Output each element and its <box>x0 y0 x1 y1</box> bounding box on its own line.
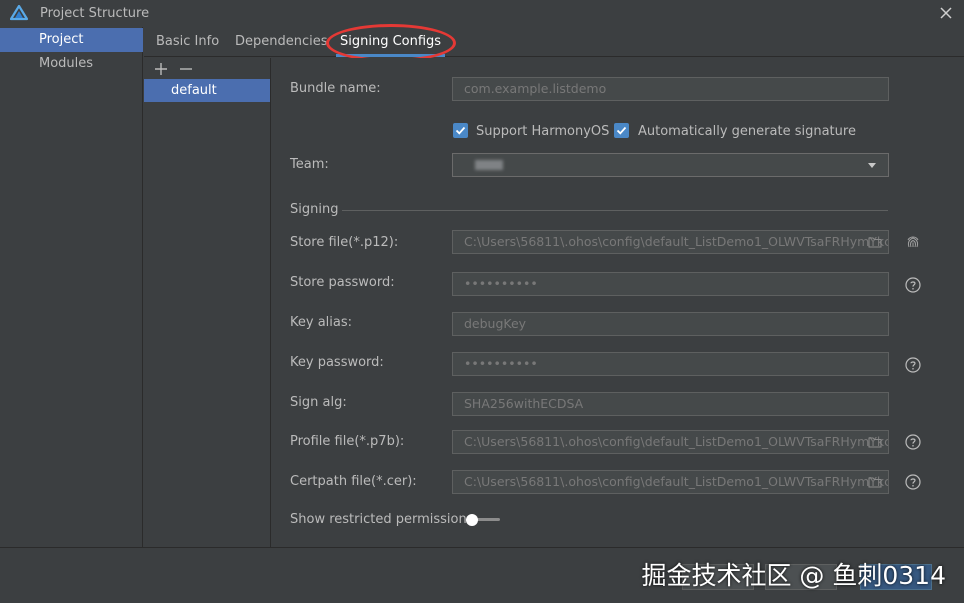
toggle-knob <box>466 514 478 526</box>
sign-alg-label: Sign alg: <box>290 395 347 410</box>
key-alias-value: debugKey <box>464 316 527 331</box>
auto-signature-checkbox[interactable] <box>614 123 629 138</box>
signing-form: Bundle name: com.example.listdemo Suppor… <box>272 58 964 547</box>
bundle-name-value: com.example.listdemo <box>464 81 607 96</box>
sidebar-item-project[interactable]: Project <box>0 28 143 52</box>
help-icon[interactable] <box>905 434 921 450</box>
help-icon[interactable] <box>905 357 921 373</box>
certpath-file-value: C:\Users\56811\.ohos\config\default_List… <box>464 474 889 489</box>
window-title: Project Structure <box>40 6 150 21</box>
sidebar-item-label: Modules <box>39 56 94 71</box>
config-item-label: default <box>171 83 217 98</box>
folder-icon[interactable] <box>868 436 882 448</box>
minus-icon[interactable] <box>178 61 194 77</box>
signing-section-title: Signing <box>290 202 339 217</box>
fingerprint-icon[interactable] <box>905 234 921 250</box>
help-icon[interactable] <box>905 474 921 490</box>
team-label: Team: <box>290 157 329 172</box>
profile-file-field[interactable]: C:\Users\56811\.ohos\config\default_List… <box>452 430 889 454</box>
plus-icon[interactable] <box>153 61 169 77</box>
key-alias-field[interactable]: debugKey <box>452 312 889 336</box>
folder-icon[interactable] <box>868 476 882 488</box>
support-harmonyos-checkbox[interactable] <box>453 123 468 138</box>
store-password-value: •••••••••• <box>464 276 538 291</box>
key-password-field[interactable]: •••••••••• <box>452 352 889 376</box>
chevron-down-icon <box>868 163 876 168</box>
tab-basic-info[interactable]: Basic Info <box>156 27 219 57</box>
sidebar-item-modules[interactable]: Modules <box>0 52 143 76</box>
bundle-name-label: Bundle name: <box>290 81 381 96</box>
profile-file-value: C:\Users\56811\.ohos\config\default_List… <box>464 434 889 449</box>
folder-icon[interactable] <box>868 236 882 248</box>
tab-bar: Basic Info Dependencies Signing Configs <box>144 27 964 57</box>
checkbox-checked-icon <box>455 126 466 135</box>
sign-alg-value: SHA256withECDSA <box>464 396 584 411</box>
certpath-file-label: Certpath file(*.cer): <box>290 474 417 489</box>
key-password-value: •••••••••• <box>464 356 538 371</box>
checkbox-checked-icon <box>616 126 627 135</box>
watermark-text: 掘金技术社区 @ 鱼刺0314 <box>641 561 946 590</box>
profile-file-label: Profile file(*.p7b): <box>290 434 405 449</box>
store-password-label: Store password: <box>290 275 395 290</box>
title-bar: Project Structure <box>0 0 964 27</box>
close-icon[interactable] <box>937 4 955 22</box>
store-file-value: C:\Users\56811\.ohos\config\default_List… <box>464 234 889 249</box>
support-harmonyos-label[interactable]: Support HarmonyOS <box>476 124 609 139</box>
show-restricted-toggle[interactable] <box>466 514 502 526</box>
bundle-name-field[interactable]: com.example.listdemo <box>452 77 889 101</box>
tab-dependencies[interactable]: Dependencies <box>235 27 328 57</box>
team-dropdown[interactable] <box>452 153 889 177</box>
tab-signing-configs[interactable]: Signing Configs <box>336 27 446 57</box>
key-alias-label: Key alias: <box>290 315 353 330</box>
show-restricted-label: Show restricted permissions <box>290 512 474 527</box>
config-item-default[interactable]: default <box>144 79 270 102</box>
store-password-field[interactable]: •••••••••• <box>452 272 889 296</box>
sidebar: Project Modules <box>0 27 143 547</box>
key-password-label: Key password: <box>290 355 384 370</box>
team-value-redacted <box>475 160 503 170</box>
sidebar-item-label: Project <box>39 32 84 47</box>
auto-signature-label[interactable]: Automatically generate signature <box>638 124 856 139</box>
section-divider <box>342 210 888 211</box>
sign-alg-field[interactable]: SHA256withECDSA <box>452 392 889 416</box>
store-file-field[interactable]: C:\Users\56811\.ohos\config\default_List… <box>452 230 889 254</box>
store-file-label: Store file(*.p12): <box>290 235 399 250</box>
certpath-file-field[interactable]: C:\Users\56811\.ohos\config\default_List… <box>452 470 889 494</box>
app-logo-icon <box>10 5 28 21</box>
help-icon[interactable] <box>905 277 921 293</box>
config-list-panel: default <box>144 58 271 547</box>
dialog-footer: 掘金技术社区 @ 鱼刺0314 <box>0 547 964 603</box>
